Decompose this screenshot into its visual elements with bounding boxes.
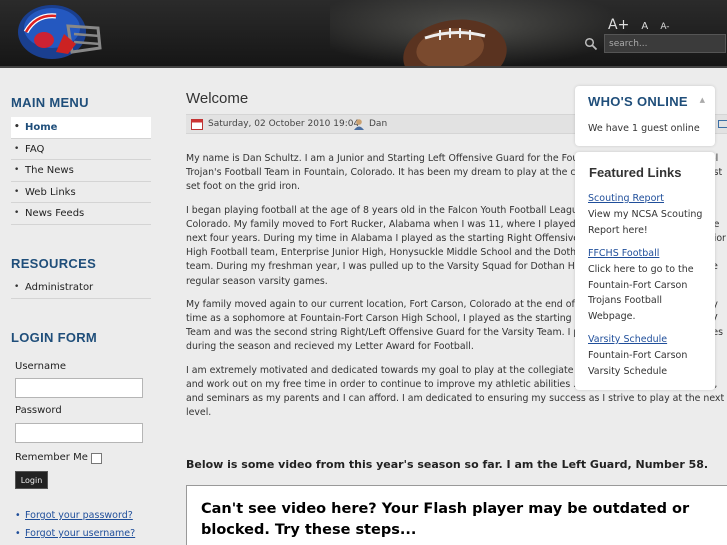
article-date: Saturday, 02 October 2010 19:04 — [208, 119, 360, 129]
remember-me-label: Remember Me — [15, 452, 88, 463]
font-size-controls: A+ A A- — [608, 14, 677, 33]
menu-item-web-links[interactable]: Web Links — [11, 182, 151, 203]
video-embed[interactable]: Can't see video here? Your Flash player … — [186, 485, 727, 545]
forgot-username-link[interactable]: Forgot your username? — [15, 528, 135, 539]
password-input[interactable] — [15, 423, 143, 443]
whos-online-title: WHO'S ONLINE — [588, 94, 688, 109]
remember-me-checkbox[interactable] — [91, 453, 102, 464]
search-icon — [584, 37, 598, 51]
forgot-password-link[interactable]: Forgot your password? — [15, 510, 133, 521]
menu-item-administrator[interactable]: Administrator — [11, 277, 151, 299]
menu-item-faq[interactable]: FAQ — [11, 139, 151, 160]
menu-item-news[interactable]: The News — [11, 160, 151, 182]
search-input[interactable] — [604, 34, 726, 53]
scouting-report-link[interactable]: Scouting Report — [588, 193, 664, 204]
username-input[interactable] — [15, 378, 143, 398]
font-increase-button[interactable]: A+ — [608, 17, 629, 33]
helmet-logo — [18, 5, 102, 59]
password-label: Password — [15, 405, 62, 416]
font-reset-button[interactable]: A — [641, 21, 648, 32]
collapse-icon[interactable]: ▲ — [700, 96, 705, 104]
whos-online-text: We have 1 guest online — [588, 123, 700, 134]
left-sidebar: MAIN MENU Home FAQ The News Web Links Ne… — [0, 70, 165, 545]
featured-links-panel: Featured Links Scouting Report View my N… — [575, 152, 715, 390]
whos-online-panel: WHO'S ONLINE ▲ We have 1 guest online — [575, 86, 715, 146]
calendar-icon — [191, 119, 203, 130]
resources-menu: Administrator — [11, 277, 151, 299]
ffchs-football-desc: Click here to go to the Fountain-Fort Ca… — [588, 264, 694, 322]
font-decrease-button[interactable]: A- — [660, 22, 669, 32]
site-header: A+ A A- — [0, 0, 727, 68]
flash-warning-message: Can't see video here? Your Flash player … — [201, 501, 690, 538]
page-title: Welcome — [186, 90, 249, 107]
author-icon — [354, 119, 364, 130]
login-form-title: LOGIN FORM — [11, 330, 98, 345]
resources-title: RESOURCES — [11, 256, 97, 271]
featured-links-title: Featured Links — [589, 165, 682, 180]
video-heading: Below is some video from this year's sea… — [186, 458, 709, 471]
login-button[interactable]: Login — [15, 471, 48, 489]
football-image — [403, 19, 507, 66]
main-menu-title: MAIN MENU — [11, 95, 89, 110]
username-label: Username — [15, 361, 66, 372]
varsity-schedule-desc: Fountain-Fort Carson Varsity Schedule — [588, 350, 688, 377]
main-menu: Home FAQ The News Web Links News Feeds — [11, 117, 151, 225]
menu-item-home[interactable]: Home — [11, 117, 151, 139]
varsity-schedule-link[interactable]: Varsity Schedule — [588, 334, 667, 345]
menu-item-news-feeds[interactable]: News Feeds — [11, 203, 151, 225]
ffchs-football-link[interactable]: FFCHS Football — [588, 248, 659, 259]
scouting-report-desc: View my NCSA Scouting Report here! — [588, 209, 703, 236]
edge-icon — [718, 120, 727, 128]
article-author: Dan — [369, 119, 388, 129]
